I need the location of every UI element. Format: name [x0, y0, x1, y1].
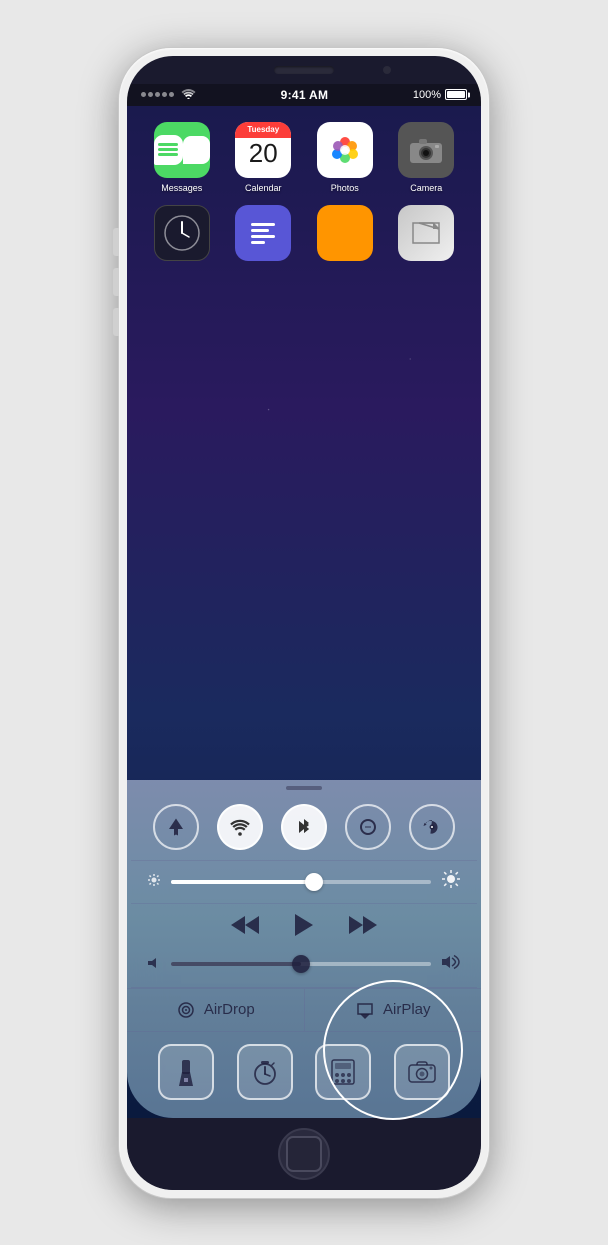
signal-dot-1	[141, 92, 146, 97]
brightness-max-icon	[441, 869, 461, 895]
airdrop-label: AirDrop	[204, 1001, 255, 1018]
speaker-slot	[274, 66, 334, 74]
rewind-button[interactable]	[231, 915, 259, 941]
airplane-toggle[interactable]	[153, 804, 199, 850]
cc-handle-bar	[286, 786, 322, 790]
home-button-inner	[286, 1136, 322, 1172]
timer-button[interactable]	[237, 1044, 293, 1100]
signal-dot-5	[169, 92, 174, 97]
calendar-date: 20	[249, 140, 278, 166]
signal-dot-4	[162, 92, 167, 97]
app-partial-4	[395, 205, 457, 261]
calculator-button[interactable]	[315, 1044, 371, 1100]
volume-max-icon	[441, 954, 461, 975]
wifi-toggle[interactable]	[217, 804, 263, 850]
play-button[interactable]	[295, 914, 313, 942]
photos-label: Photos	[331, 183, 359, 193]
signal-dot-2	[148, 92, 153, 97]
rotation-toggle[interactable]	[409, 804, 455, 850]
cc-handle[interactable]	[127, 780, 481, 794]
volume-thumb[interactable]	[292, 955, 310, 973]
partial-icon-2	[235, 205, 291, 261]
cc-media-controls	[127, 904, 481, 950]
clock-icon[interactable]	[154, 205, 210, 261]
fastforward-button[interactable]	[349, 915, 377, 941]
phone-top-bar	[127, 56, 481, 84]
phone-device: 9:41 AM 100% Messages	[119, 48, 489, 1198]
cc-brightness	[127, 861, 481, 903]
battery-icon	[445, 89, 467, 100]
app-partial-3	[314, 205, 376, 261]
calendar-header: Tuesday	[235, 122, 291, 138]
status-left	[141, 88, 196, 102]
phone-screen: 9:41 AM 100% Messages	[127, 56, 481, 1190]
brightness-min-icon	[147, 873, 161, 890]
camera-icon[interactable]	[398, 122, 454, 178]
volume-slider[interactable]	[171, 962, 431, 966]
app-messages[interactable]: Messages	[151, 122, 213, 193]
control-center: AirDrop AirPlay	[127, 780, 481, 1118]
bluetooth-toggle[interactable]	[281, 804, 327, 850]
photos-icon[interactable]	[317, 122, 373, 178]
messages-label: Messages	[161, 183, 202, 193]
battery-fill	[447, 91, 465, 98]
app-row-2	[127, 193, 481, 261]
app-calendar[interactable]: Tuesday 20 Calendar	[232, 122, 294, 193]
partial-icon-4	[398, 205, 454, 261]
volume-fill	[171, 962, 301, 966]
signal-strength	[141, 92, 174, 97]
home-screen: Messages Tuesday 20 Calendar	[127, 106, 481, 1118]
airdrop-button[interactable]: AirDrop	[127, 989, 305, 1031]
calendar-label: Calendar	[245, 183, 282, 193]
partial-icon-3	[317, 205, 373, 261]
airplay-label: AirPlay	[383, 1001, 431, 1018]
app-clock-partial[interactable]	[151, 205, 213, 261]
wifi-status-icon	[181, 88, 196, 102]
camera-dot	[383, 66, 391, 74]
signal-dot-3	[155, 92, 160, 97]
camera-quick-button[interactable]	[394, 1044, 450, 1100]
battery-percent: 100%	[413, 89, 441, 101]
app-camera[interactable]: Camera	[395, 122, 457, 193]
flashlight-button[interactable]	[158, 1044, 214, 1100]
app-row-1: Messages Tuesday 20 Calendar	[127, 106, 481, 193]
volume-min-icon	[147, 956, 161, 973]
camera-label: Camera	[410, 183, 442, 193]
dnd-toggle[interactable]	[345, 804, 391, 850]
app-partial-2	[232, 205, 294, 261]
status-time: 9:41 AM	[281, 88, 329, 102]
status-bar: 9:41 AM 100%	[127, 84, 481, 106]
home-button[interactable]	[278, 1128, 330, 1180]
brightness-fill	[171, 880, 314, 884]
messages-icon[interactable]	[154, 122, 210, 178]
cc-airdrop-row: AirDrop AirPlay	[127, 988, 481, 1032]
status-right: 100%	[413, 89, 467, 101]
calendar-icon[interactable]: Tuesday 20	[235, 122, 291, 178]
cc-tools	[127, 1032, 481, 1118]
cc-volume	[127, 950, 481, 987]
brightness-slider[interactable]	[171, 880, 431, 884]
home-button-area	[127, 1118, 481, 1190]
cc-toggles	[127, 794, 481, 860]
app-photos[interactable]: Photos	[314, 122, 376, 193]
airplay-button[interactable]: AirPlay	[305, 989, 482, 1031]
brightness-thumb[interactable]	[305, 873, 323, 891]
